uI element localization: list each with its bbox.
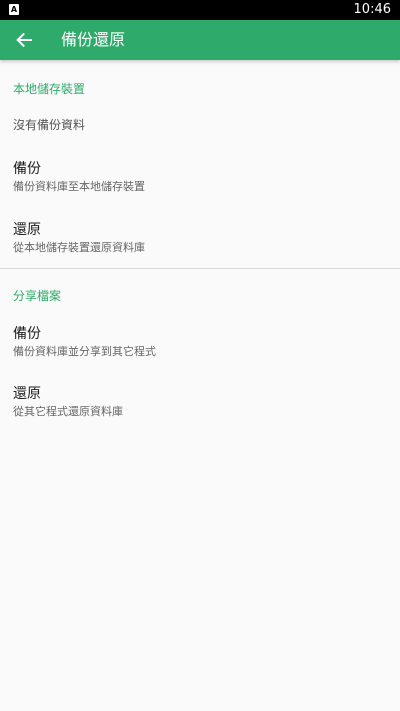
section-header-share-files: 分享檔案 [13,289,62,303]
page-title: 備份還原 [61,30,126,49]
share-restore-item[interactable]: 還原 從其它程式還原資料庫 [0,377,400,429]
notification-icon-letter: A [10,5,18,14]
arrow-left-icon [16,32,32,48]
share-backup-title: 備份 [13,326,41,342]
local-restore-summary: 從本地儲存裝置還原資料庫 [13,241,145,254]
toolbar: 備份還原 [0,20,400,60]
local-backup-summary: 備份資料庫至本地儲存裝置 [13,180,145,193]
section-header-local-storage: 本地儲存裝置 [13,82,86,96]
no-backup-info: 沒有備份資料 [13,118,86,132]
share-restore-title: 還原 [13,386,41,402]
notification-icon: A [9,4,19,15]
share-restore-summary: 從其它程式還原資料庫 [13,405,123,418]
back-button[interactable] [8,24,40,56]
local-restore-title: 還原 [13,222,41,238]
status-time: 10:46 [353,2,391,17]
share-backup-item[interactable]: 備份 備份資料庫並分享到其它程式 [0,317,400,369]
local-backup-item[interactable]: 備份 備份資料庫至本地儲存裝置 [0,152,400,204]
local-restore-item[interactable]: 還原 從本地儲存裝置還原資料庫 [0,213,400,265]
status-bar: A 10:46 [0,0,400,20]
section-divider [0,268,400,269]
local-backup-title: 備份 [13,161,41,177]
share-backup-summary: 備份資料庫並分享到其它程式 [13,345,156,358]
